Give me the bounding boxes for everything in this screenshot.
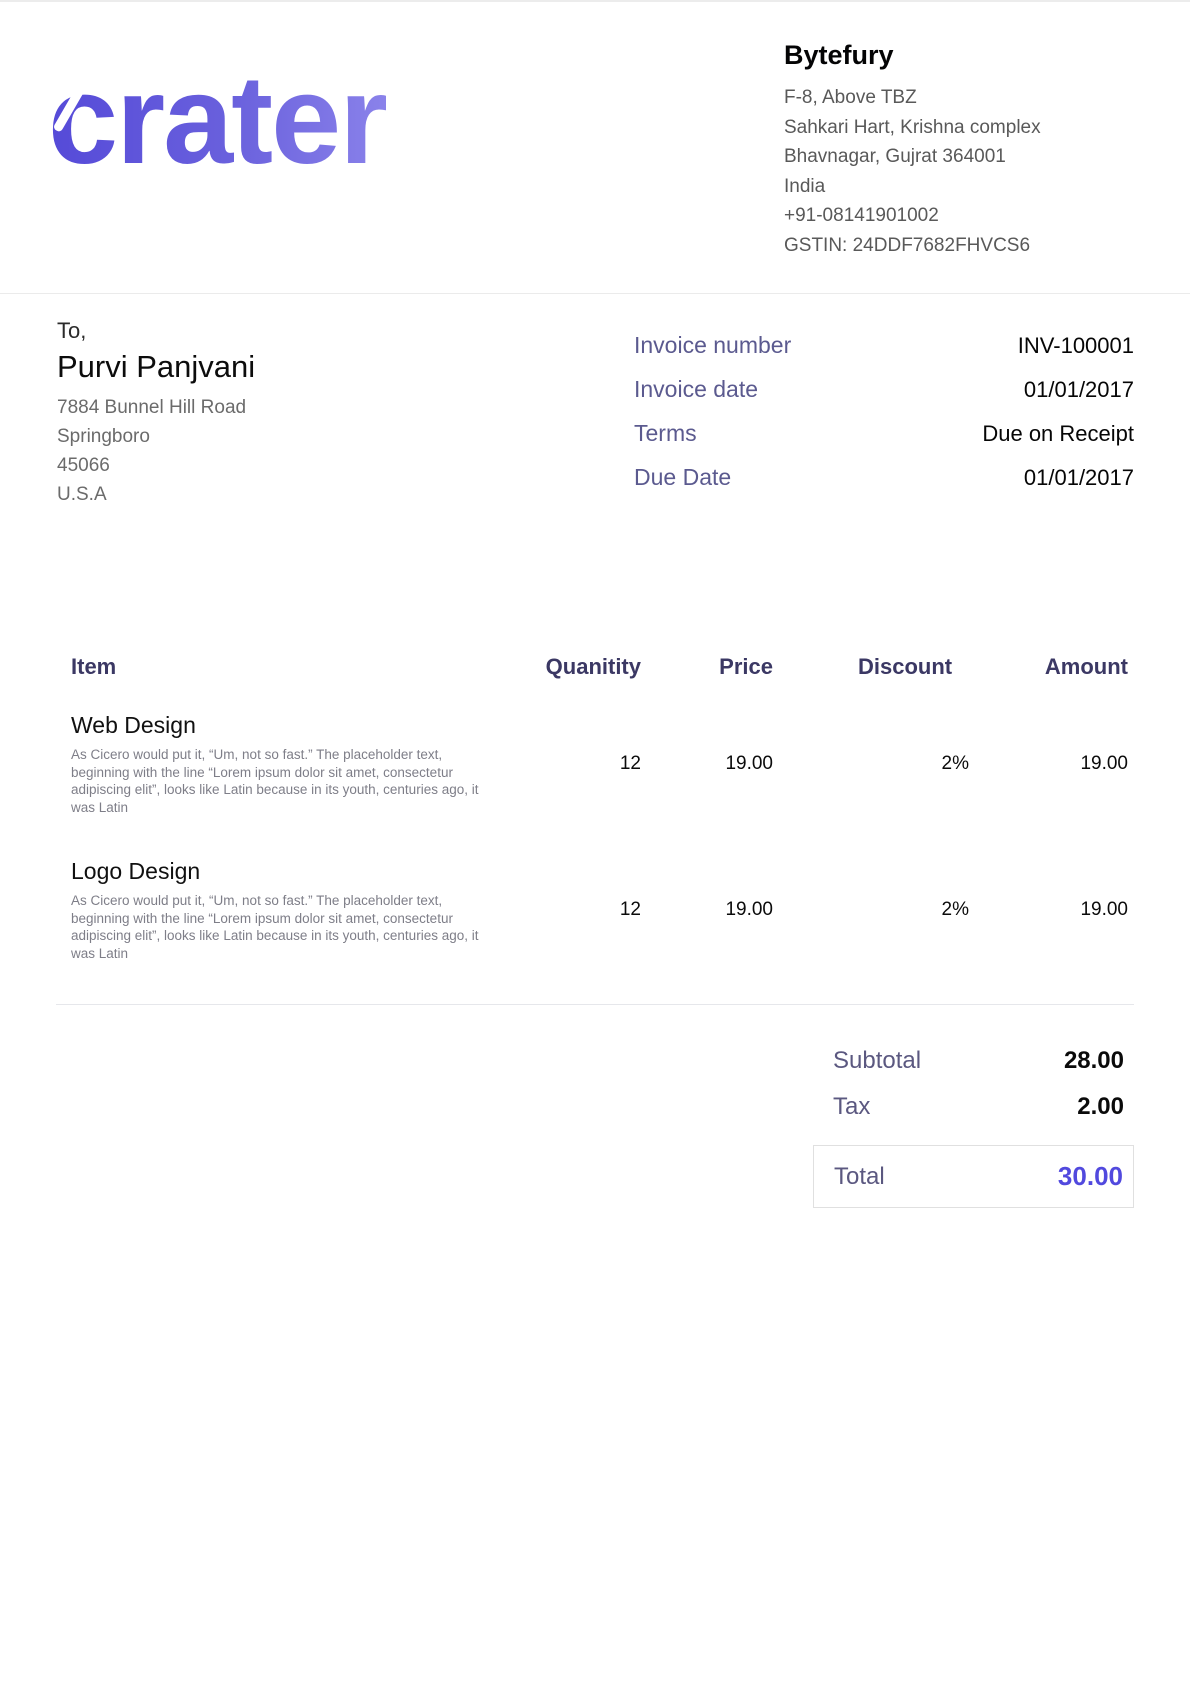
invoice-number-label: Invoice number — [634, 330, 791, 360]
item-amount: 19.00 — [969, 712, 1134, 858]
total-label: Total — [834, 1163, 885, 1191]
logo-cut-decoration — [423, 38, 459, 91]
item-description: As Cicero would put it, “Um, not so fast… — [71, 892, 486, 962]
item-quantity: 12 — [496, 858, 641, 1004]
item-name: Logo Design — [71, 858, 496, 885]
item-amount: 19.00 — [969, 858, 1134, 1004]
customer-address-line: Springboro — [57, 422, 255, 451]
item-description: As Cicero would put it, “Um, not so fast… — [71, 746, 486, 816]
subtotal-value: 28.00 — [1064, 1045, 1124, 1077]
due-date-value: 01/01/2017 — [1024, 463, 1134, 493]
invoice-number-row: Invoice number INV-100001 — [634, 330, 1134, 361]
column-header-amount: Amount — [969, 654, 1134, 712]
totals-section: Subtotal 28.00 Tax 2.00 Total 30.00 — [0, 1045, 1190, 1208]
table-row: Logo Design As Cicero would put it, “Um,… — [56, 858, 1134, 1004]
totals-block: Subtotal 28.00 Tax 2.00 Total 30.00 — [813, 1045, 1134, 1208]
item-discount: 2% — [773, 712, 969, 858]
billing-section: To, Purvi Panjvani 7884 Bunnel Hill Road… — [0, 294, 1190, 509]
customer-name: Purvi Panjvani — [57, 349, 255, 385]
company-gstin: GSTIN: 24DDF7682FHVCS6 — [784, 231, 1134, 261]
company-info: Bytefury F-8, Above TBZ Sahkari Hart, Kr… — [784, 40, 1134, 260]
tax-row: Tax 2.00 — [813, 1091, 1134, 1123]
items-header-row: Item Quanitity Price Discount Amount — [56, 654, 1134, 712]
invoice-date-label: Invoice date — [634, 374, 758, 404]
invoice-number-value: INV-100001 — [1018, 331, 1134, 361]
tax-value: 2.00 — [1077, 1091, 1124, 1123]
subtotal-row: Subtotal 28.00 — [813, 1045, 1134, 1077]
item-price: 19.00 — [641, 712, 773, 858]
invoice-date-row: Invoice date 01/01/2017 — [634, 374, 1134, 405]
company-address-line: India — [784, 172, 1134, 202]
item-quantity: 12 — [496, 712, 641, 858]
invoice-document: crater Bytefury F-8, Above TBZ Sahkari H… — [0, 0, 1190, 1684]
invoice-date-value: 01/01/2017 — [1024, 375, 1134, 405]
item-price: 19.00 — [641, 858, 773, 1004]
terms-label: Terms — [634, 418, 697, 448]
company-address-line: Bhavnagar, Gujrat 364001 — [784, 142, 1134, 172]
terms-value: Due on Receipt — [982, 419, 1134, 449]
terms-row: Terms Due on Receipt — [634, 418, 1134, 449]
item-cell: Logo Design As Cicero would put it, “Um,… — [56, 858, 496, 1004]
column-header-quantity: Quanitity — [496, 654, 641, 712]
company-phone: +91-08141901002 — [784, 201, 1134, 231]
invoice-header: crater Bytefury F-8, Above TBZ Sahkari H… — [0, 2, 1190, 294]
total-box: Total 30.00 — [813, 1145, 1134, 1208]
item-name: Web Design — [71, 712, 496, 739]
subtotal-label: Subtotal — [833, 1045, 921, 1077]
customer-address-line: 7884 Bunnel Hill Road — [57, 393, 255, 422]
items-table: Item Quanitity Price Discount Amount Web… — [56, 654, 1134, 1004]
customer-address-line: U.S.A — [57, 480, 255, 509]
item-discount: 2% — [773, 858, 969, 1004]
invoice-meta-block: Invoice number INV-100001 Invoice date 0… — [634, 330, 1134, 509]
table-divider — [56, 1004, 1134, 1005]
company-address-line: Sahkari Hart, Krishna complex — [784, 113, 1134, 143]
crater-logo: crater — [48, 54, 386, 186]
company-name: Bytefury — [784, 40, 1134, 71]
customer-address-line: 45066 — [57, 451, 255, 480]
tax-label: Tax — [833, 1091, 870, 1123]
due-date-row: Due Date 01/01/2017 — [634, 462, 1134, 493]
column-header-discount: Discount — [773, 654, 969, 712]
bill-to-block: To, Purvi Panjvani 7884 Bunnel Hill Road… — [57, 318, 255, 509]
table-row: Web Design As Cicero would put it, “Um, … — [56, 712, 1134, 858]
due-date-label: Due Date — [634, 462, 731, 492]
total-value: 30.00 — [1058, 1161, 1123, 1192]
to-label: To, — [57, 318, 255, 344]
column-header-item: Item — [56, 654, 496, 712]
column-header-price: Price — [641, 654, 773, 712]
company-address-line: F-8, Above TBZ — [784, 83, 1134, 113]
item-cell: Web Design As Cicero would put it, “Um, … — [56, 712, 496, 858]
